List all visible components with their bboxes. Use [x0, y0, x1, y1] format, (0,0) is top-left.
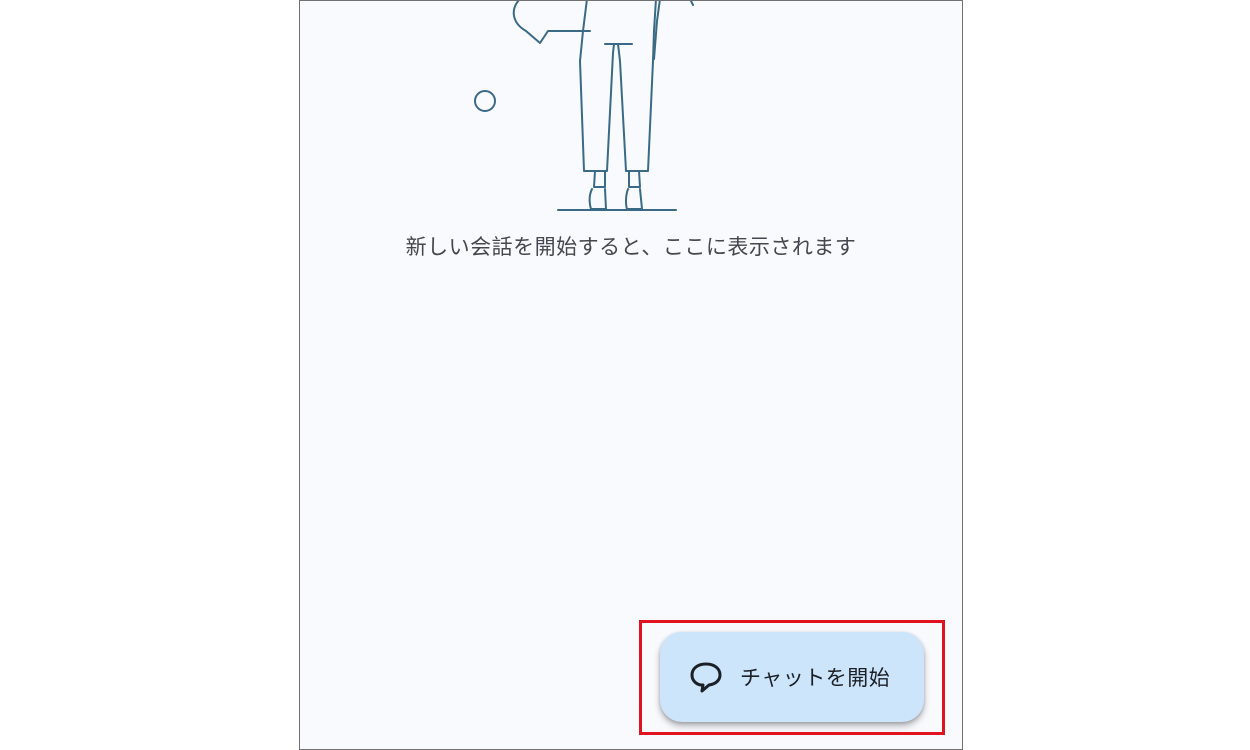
decor-circle [474, 90, 496, 112]
start-chat-button[interactable]: チャットを開始 [660, 632, 924, 722]
app-screen: 新しい会話を開始すると、ここに表示されます チャットを開始 [299, 0, 963, 750]
empty-state-message: 新しい会話を開始すると、ここに表示されます [405, 235, 857, 259]
start-chat-label: チャットを開始 [740, 666, 891, 690]
speech-bubble-shape [512, 1, 591, 44]
chat-bubble-icon [686, 657, 726, 697]
empty-state-illustration [474, 1, 694, 211]
